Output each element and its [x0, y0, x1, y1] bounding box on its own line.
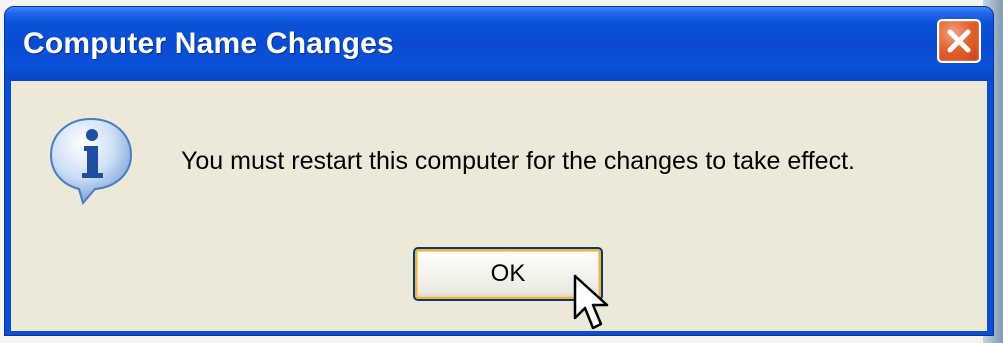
message-dialog: Computer Name Changes You must restart t…	[4, 6, 994, 336]
title-bar[interactable]: Computer Name Changes	[5, 7, 993, 81]
information-icon	[49, 117, 133, 206]
dialog-body: You must restart this computer for the c…	[11, 81, 987, 331]
ok-button-label: OK	[490, 260, 526, 287]
close-icon	[947, 29, 971, 53]
dialog-message: You must restart this computer for the c…	[181, 147, 855, 175]
close-button[interactable]	[937, 19, 981, 63]
dialog-title: Computer Name Changes	[23, 27, 394, 60]
mouse-cursor-icon	[573, 274, 609, 330]
